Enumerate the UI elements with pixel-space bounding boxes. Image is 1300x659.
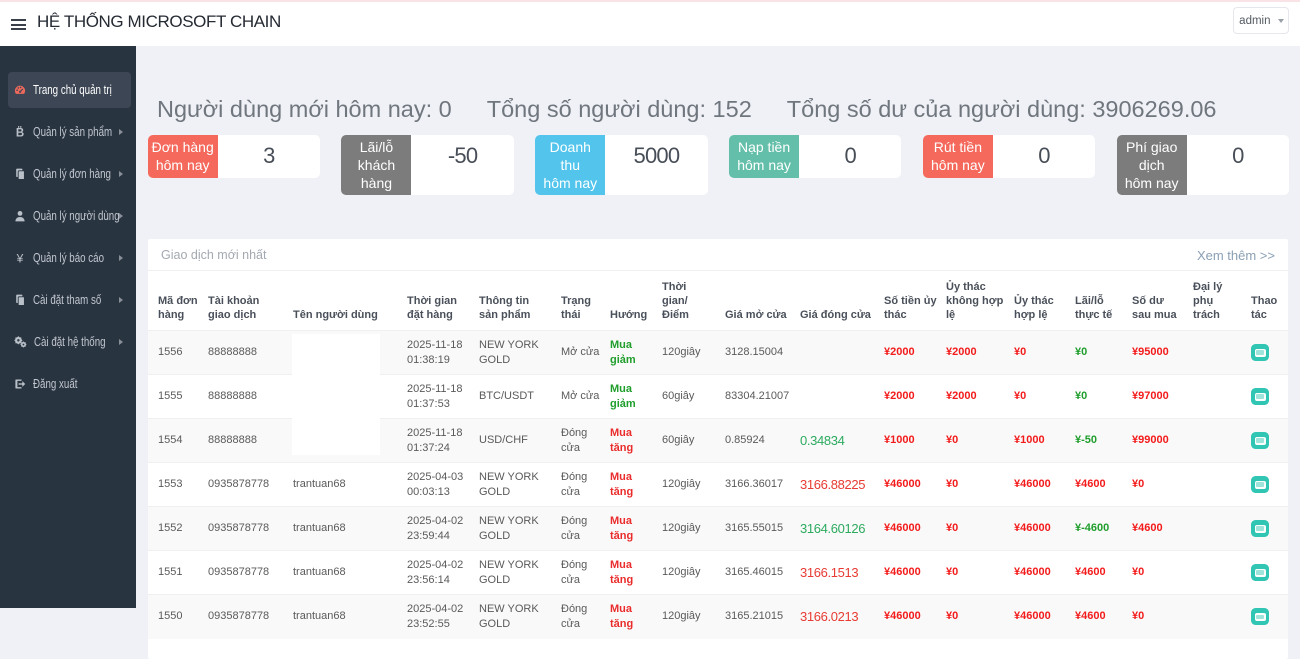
svg-text:B: B <box>16 127 24 138</box>
svg-text:¥: ¥ <box>16 252 24 264</box>
